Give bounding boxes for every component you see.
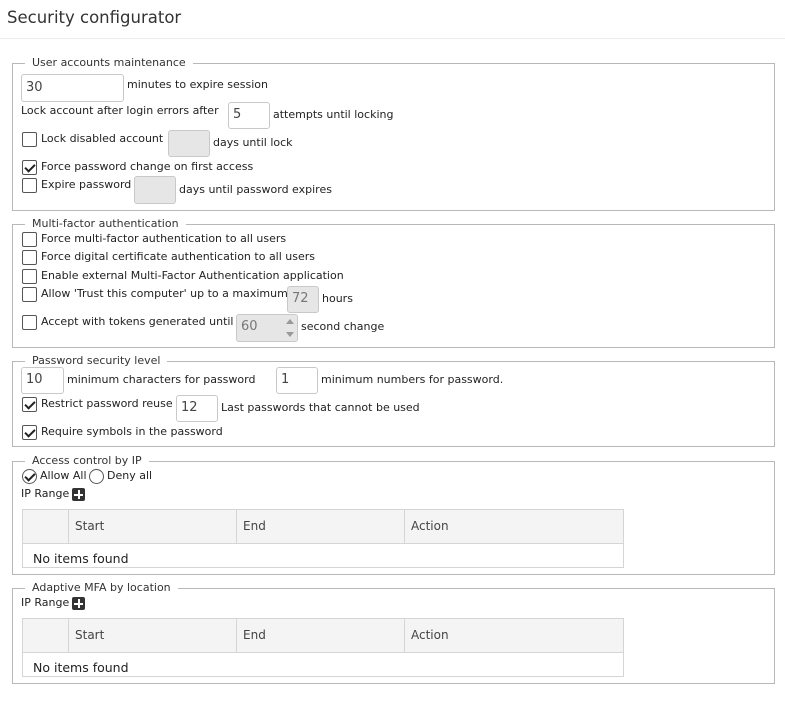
external-mfa-label: Enable external Multi-Factor Authenticat…	[41, 269, 344, 282]
require-symbols-label: Require symbols in the password	[41, 425, 223, 438]
trust-hours-label: hours	[322, 292, 353, 305]
lock-days-label: days until lock	[213, 136, 293, 149]
ip-range-table: Start End Action No items found	[22, 509, 624, 568]
add-ip-range-icon[interactable]	[72, 488, 85, 501]
require-symbols-checkbox[interactable]	[22, 425, 37, 440]
lock-attempts-label: attempts until locking	[273, 108, 394, 121]
trust-computer-checkbox[interactable]	[22, 287, 37, 302]
adaptive-range-empty-message: No items found	[33, 660, 129, 675]
session-minutes-label: minutes to expire session	[127, 78, 268, 91]
access-ip-legend: Access control by IP	[25, 453, 149, 469]
restrict-reuse-label: Restrict password reuse	[41, 397, 173, 410]
ip-range-empty-message: No items found	[33, 551, 129, 566]
allow-all-radio[interactable]	[22, 469, 37, 484]
force-change-checkbox[interactable]	[22, 160, 37, 175]
tokens-seconds-value: 60	[241, 319, 258, 334]
adaptive-range-table-header: Start End Action	[23, 619, 623, 653]
mfa-legend: Multi-factor authentication	[25, 216, 186, 232]
force-cert-checkbox[interactable]	[22, 250, 37, 265]
min-chars-label: minimum characters for password	[67, 373, 256, 386]
column-header-start[interactable]: Start	[68, 510, 236, 543]
force-mfa-checkbox[interactable]	[22, 232, 37, 247]
session-minutes-input[interactable]: 30	[21, 74, 124, 102]
expire-password-label: Expire password	[41, 178, 132, 191]
adaptive-column-header-end[interactable]: End	[236, 619, 404, 652]
force-cert-label: Force digital certificate authentication…	[41, 250, 316, 263]
trust-computer-label: Allow 'Trust this computer' up to a maxi…	[41, 287, 288, 300]
reuse-count-label: Last passwords that cannot be used	[221, 401, 420, 414]
lock-attempts-input[interactable]: 5	[228, 102, 270, 129]
min-numbers-input[interactable]: 1	[276, 367, 318, 394]
lock-disabled-label: Lock disabled account	[41, 132, 164, 145]
ip-range-label: IP Range	[21, 487, 70, 500]
expire-password-checkbox[interactable]	[22, 178, 37, 193]
tokens-checkbox[interactable]	[22, 315, 37, 330]
expire-days-label: days until password expires	[179, 183, 332, 196]
allow-all-label: Allow All	[40, 469, 87, 482]
trust-hours-input[interactable]: 72	[287, 286, 319, 313]
adaptive-ip-range-label: IP Range	[21, 596, 70, 609]
spinner-arrows-icon[interactable]	[286, 319, 294, 337]
deny-all-label: Deny all	[107, 469, 153, 482]
header-divider	[0, 38, 785, 39]
tokens-seconds-input[interactable]: 60	[236, 314, 298, 342]
force-change-label: Force password change on first access	[41, 160, 254, 173]
lock-after-label: Lock account after login errors after	[21, 104, 219, 117]
ip-range-table-header: Start End Action	[23, 510, 623, 544]
tokens-label: Accept with tokens generated until	[41, 315, 234, 328]
deny-all-radio[interactable]	[89, 469, 104, 484]
min-numbers-label: minimum numbers for password.	[321, 373, 504, 386]
adaptive-range-table: Start End Action No items found	[22, 618, 624, 677]
lock-days-input[interactable]	[168, 130, 210, 157]
column-header-action: Action	[404, 510, 624, 543]
page-title: Security configurator	[7, 8, 182, 27]
force-mfa-label: Force multi-factor authentication to all…	[41, 232, 287, 245]
user-accounts-legend: User accounts maintenance	[25, 55, 193, 71]
add-adaptive-ip-range-icon[interactable]	[72, 597, 85, 610]
adaptive-column-header-action: Action	[404, 619, 624, 652]
restrict-reuse-checkbox[interactable]	[22, 397, 37, 412]
external-mfa-checkbox[interactable]	[22, 269, 37, 284]
min-chars-input[interactable]: 10	[21, 367, 64, 394]
column-header-end[interactable]: End	[236, 510, 404, 543]
lock-disabled-checkbox[interactable]	[22, 132, 37, 147]
adaptive-column-header-start[interactable]: Start	[68, 619, 236, 652]
tokens-seconds-label: second change	[301, 320, 385, 333]
adaptive-mfa-legend: Adaptive MFA by location	[25, 580, 178, 596]
reuse-count-input[interactable]: 12	[176, 395, 218, 422]
expire-days-input[interactable]	[134, 176, 176, 204]
